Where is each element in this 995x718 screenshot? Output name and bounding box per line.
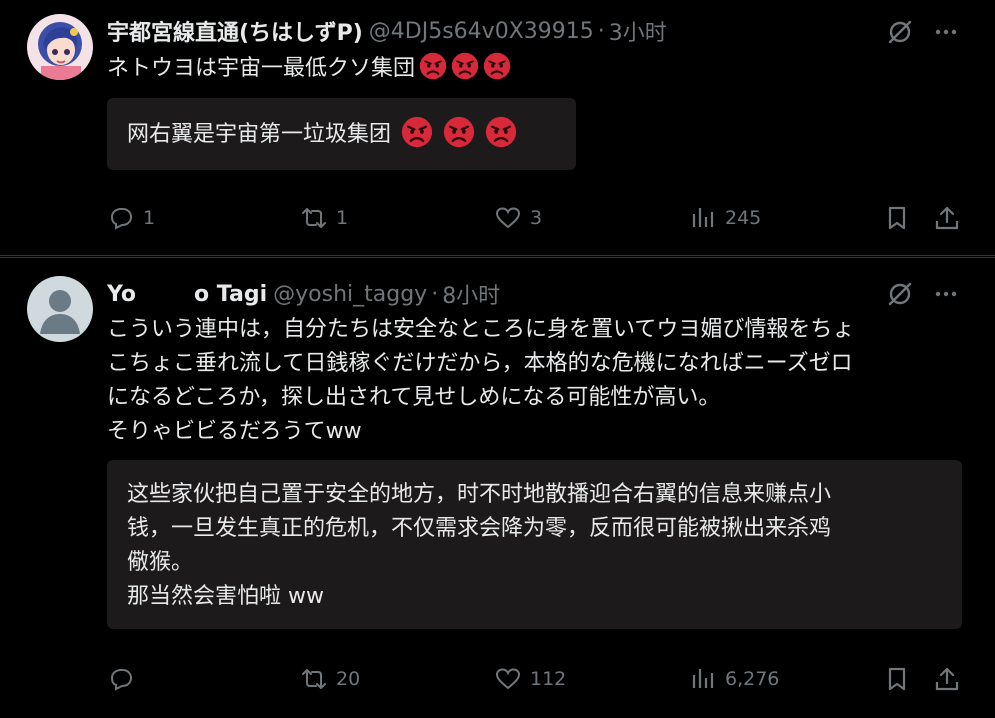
avatar-image-icon xyxy=(27,14,93,80)
timestamp[interactable]: 3小时 xyxy=(609,15,667,47)
retweet-count: 1 xyxy=(336,207,349,229)
angry-face-emoji xyxy=(401,116,433,148)
like-count: 3 xyxy=(530,207,543,229)
like-button[interactable]: 112 xyxy=(494,665,566,693)
tweet-text: ネトウヨは宇宙一最低クソ集団 xyxy=(107,52,967,86)
tweet-top-actions xyxy=(886,280,960,308)
more-icon[interactable] xyxy=(932,18,960,46)
tweet-top-actions xyxy=(886,18,960,46)
views-button[interactable]: 6,276 xyxy=(689,665,779,693)
angry-face-emoji xyxy=(483,52,511,80)
angry-face-emoji xyxy=(451,52,479,80)
retweet-button[interactable]: 20 xyxy=(300,665,360,693)
views-icon xyxy=(692,208,714,227)
views-button[interactable]: 245 xyxy=(689,204,761,232)
like-count: 112 xyxy=(530,668,567,690)
more-icon[interactable] xyxy=(932,280,960,308)
tweet-text-content: ネトウヨは宇宙一最低クソ集団 xyxy=(107,56,416,81)
view-count: 6,276 xyxy=(725,668,780,690)
tweet-actions: 20 112 6,276 xyxy=(107,665,962,695)
tweet[interactable]: 宇都宮線直通(ちはしずP) @4DJ5s64v0X39915 · 3小时 ネトウ… xyxy=(0,0,995,256)
author-name-end: o Tagi xyxy=(194,281,268,307)
reply-icon xyxy=(110,669,133,691)
retweet-button[interactable]: 1 xyxy=(300,204,348,232)
grok-icon[interactable] xyxy=(886,18,914,46)
reply-button[interactable] xyxy=(107,665,143,693)
reply-icon xyxy=(110,208,133,230)
bookmark-icon xyxy=(888,206,906,230)
translation-text: 这些家伙把自己置于安全的地方，时不时地散播迎合右翼的信息来赚点小 钱，一旦发生真… xyxy=(127,482,832,609)
bookmark-button[interactable] xyxy=(883,665,911,693)
redaction xyxy=(136,283,195,306)
tweet-actions: 1 1 3 245 xyxy=(107,204,962,234)
author-name-start: Yo xyxy=(107,281,137,307)
author-name[interactable]: Yo o Tagi xyxy=(107,282,267,307)
reply-count: 1 xyxy=(143,207,156,229)
like-icon xyxy=(495,668,521,690)
reply-button[interactable]: 1 xyxy=(107,204,155,232)
views-icon xyxy=(692,669,714,688)
share-button[interactable] xyxy=(933,665,961,693)
view-count: 245 xyxy=(725,207,762,229)
separator: · xyxy=(597,18,605,44)
tweet-text: こういう連中は，自分たちは安全なところに身を置いてウヨ媚び情報をちょ こちょこ垂… xyxy=(107,317,855,444)
avatar[interactable] xyxy=(27,14,93,80)
translation-box: 这些家伙把自己置于安全的地方，时不时地散播迎合右翼的信息来赚点小 钱，一旦发生真… xyxy=(107,460,962,629)
angry-face-emoji xyxy=(419,52,447,80)
retweet-count: 20 xyxy=(336,668,361,690)
translation-box: 网右翼是宇宙第一垃圾集团 xyxy=(107,98,576,170)
share-button[interactable] xyxy=(933,204,961,232)
tweet-header: Yo o Tagi @yoshi_taggy · 8小时 xyxy=(107,278,500,310)
avatar[interactable] xyxy=(27,276,93,342)
angry-face-emoji xyxy=(443,116,475,148)
author-handle[interactable]: @4DJ5s64v0X39915 xyxy=(369,19,594,44)
default-avatar-icon xyxy=(27,276,93,342)
like-button[interactable]: 3 xyxy=(494,204,542,232)
author-name[interactable]: 宇都宮線直通(ちはしずP) xyxy=(107,15,363,47)
grok-icon[interactable] xyxy=(886,280,914,308)
bookmark-button[interactable] xyxy=(883,204,911,232)
author-handle[interactable]: @yoshi_taggy xyxy=(273,282,427,307)
share-icon xyxy=(935,206,959,230)
tweet-header: 宇都宮線直通(ちはしずP) @4DJ5s64v0X39915 · 3小时 xyxy=(107,15,667,47)
share-icon xyxy=(935,667,959,691)
angry-face-emoji xyxy=(485,116,517,148)
timestamp[interactable]: 8小时 xyxy=(442,278,500,310)
retweet-icon xyxy=(302,669,326,689)
bookmark-icon xyxy=(888,667,906,691)
retweet-icon xyxy=(302,208,326,228)
separator: · xyxy=(431,281,439,307)
like-icon xyxy=(495,207,521,229)
translation-text: 网右翼是宇宙第一垃圾集团 xyxy=(127,122,392,147)
